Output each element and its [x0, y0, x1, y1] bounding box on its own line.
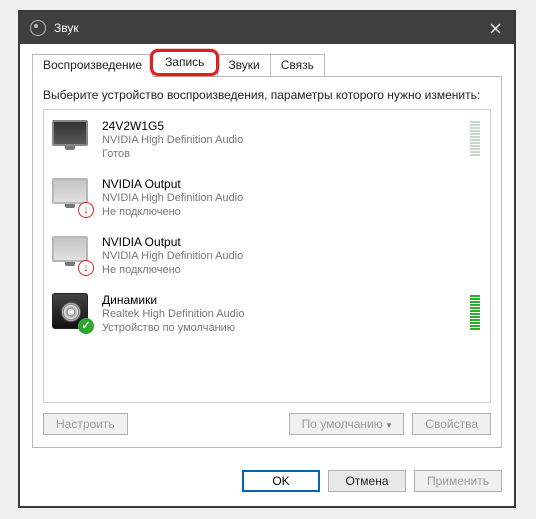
- configure-button[interactable]: Настроить: [43, 413, 128, 435]
- tab-sounds[interactable]: Звуки: [217, 54, 270, 76]
- speaker-icon: ✓: [52, 292, 92, 332]
- device-driver: NVIDIA High Definition Audio: [102, 191, 480, 206]
- sound-icon: [30, 20, 46, 36]
- device-driver: NVIDIA High Definition Audio: [102, 133, 460, 148]
- device-status: Устройство по умолчанию: [102, 322, 460, 334]
- set-default-button[interactable]: По умолчанию ▾: [289, 413, 405, 435]
- device-item[interactable]: ↓ NVIDIA Output NVIDIA High Definition A…: [44, 168, 490, 226]
- device-status: Не подключено: [102, 264, 480, 276]
- tab-communications[interactable]: Связь: [270, 54, 325, 76]
- disconnected-badge-icon: ↓: [78, 202, 94, 218]
- tab-recording[interactable]: Запись: [150, 49, 219, 76]
- disconnected-badge-icon: ↓: [78, 260, 94, 276]
- monitor-icon: [52, 118, 92, 158]
- close-icon: [490, 23, 501, 34]
- window-body: Воспроизведение Запись Звуки Связь Выбер…: [20, 44, 514, 458]
- chevron-down-icon: ▾: [387, 420, 392, 430]
- device-status: Готов: [102, 148, 460, 160]
- monitor-icon: ↓: [52, 234, 92, 274]
- device-driver: NVIDIA High Definition Audio: [102, 249, 480, 264]
- device-name: NVIDIA Output: [102, 177, 480, 191]
- panel-button-row: Настроить По умолчанию ▾ Свойства: [43, 413, 491, 435]
- cancel-button[interactable]: Отмена: [328, 470, 406, 492]
- device-item[interactable]: ✓ Динамики Realtek High Definition Audio…: [44, 284, 490, 342]
- device-name: NVIDIA Output: [102, 235, 480, 249]
- device-item[interactable]: 24V2W1G5 NVIDIA High Definition Audio Го…: [44, 110, 490, 168]
- level-meter: [470, 292, 480, 332]
- set-default-label: По умолчанию: [302, 417, 383, 431]
- default-badge-icon: ✓: [78, 318, 94, 334]
- level-meter: [470, 118, 480, 158]
- device-name: Динамики: [102, 293, 460, 307]
- device-item[interactable]: ↓ NVIDIA Output NVIDIA High Definition A…: [44, 226, 490, 284]
- window-title: Звук: [54, 21, 476, 35]
- titlebar[interactable]: Звук: [20, 12, 514, 44]
- close-button[interactable]: [476, 12, 514, 44]
- tab-strip: Воспроизведение Запись Звуки Связь: [32, 52, 502, 76]
- device-status: Не подключено: [102, 206, 480, 218]
- properties-button[interactable]: Свойства: [412, 413, 491, 435]
- monitor-icon: ↓: [52, 176, 92, 216]
- tab-panel-playback: Выберите устройство воспроизведения, пар…: [32, 76, 502, 448]
- device-name: 24V2W1G5: [102, 119, 460, 133]
- dialog-button-row: OK Отмена Применить: [20, 458, 514, 506]
- ok-button[interactable]: OK: [242, 470, 320, 492]
- device-list[interactable]: 24V2W1G5 NVIDIA High Definition Audio Го…: [43, 109, 491, 403]
- apply-button[interactable]: Применить: [414, 470, 502, 492]
- tab-playback[interactable]: Воспроизведение: [32, 54, 153, 77]
- sound-dialog: Звук Воспроизведение Запись Звуки Связь …: [18, 10, 516, 508]
- panel-instruction: Выберите устройство воспроизведения, пар…: [43, 87, 491, 103]
- device-driver: Realtek High Definition Audio: [102, 307, 460, 322]
